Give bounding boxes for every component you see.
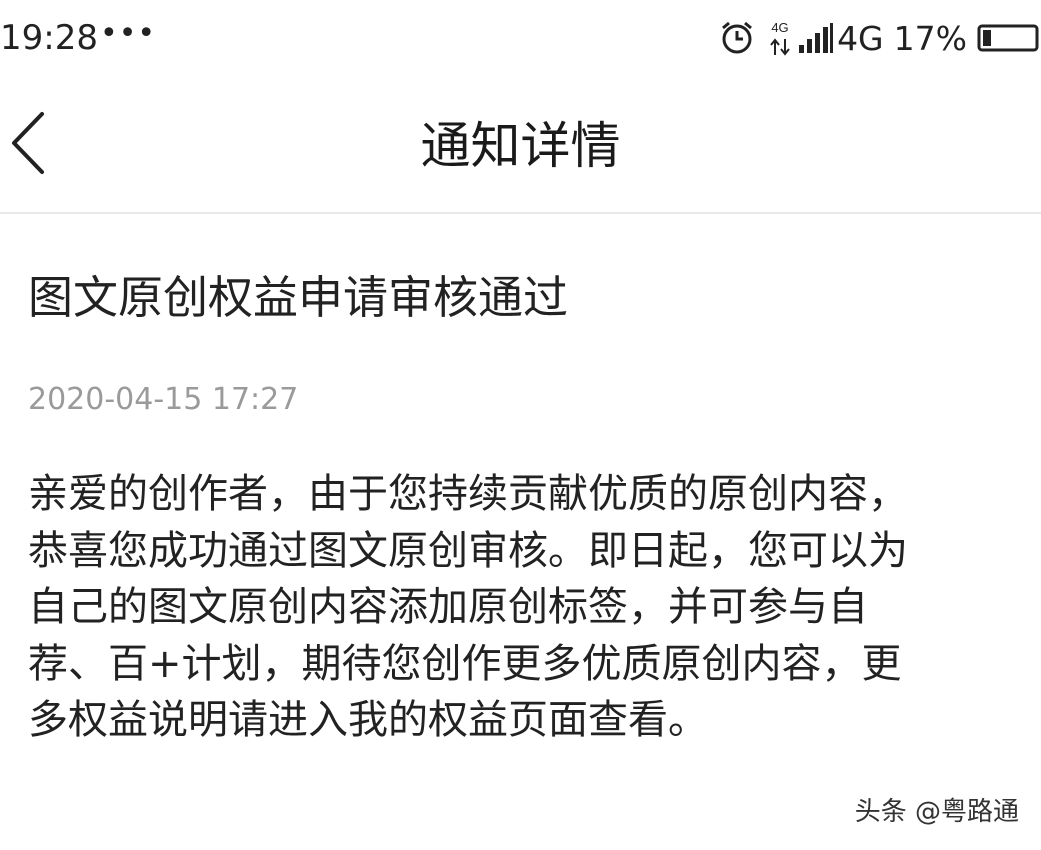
battery-icon [977,24,1039,52]
status-time: 19:28 [0,18,98,58]
notice-timestamp: 2020-04-15 17:27 [28,382,299,417]
source-watermark: 头条 @粤路通 [854,797,1019,827]
page-title: 通知详情 [420,117,621,175]
alarm-clock-icon [722,21,753,54]
notice-title: 图文原创权益申请审核通过 [28,271,569,324]
status-icons: 4G 4G 17% [719,14,1041,62]
signal-strength-icon [799,23,834,53]
network-type: 4G [837,18,884,58]
network-type-small: 4G [771,20,788,35]
notice-body-line: 多权益说明请进入我的权益页面查看。 [28,697,708,743]
notice-body: 亲爱的创作者，由于您持续贡献优质的原创内容， 恭喜您成功通过图文原创审核。即日起… [28,466,1018,749]
notice-body-line: 荐、百+计划，期待您创作更多优质原创内容，更 [28,640,902,687]
status-bar: 19:28 ••• 4G 4G 17% [0,0,1041,80]
notification-overflow-icon: ••• [100,16,157,51]
notice-body-line: 亲爱的创作者，由于您持续贡献优质的原创内容， [28,471,908,517]
notice-body-line: 恭喜您成功通过图文原创审核。即日起，您可以为 [28,527,908,574]
data-transfer-icon: 4G [770,20,790,56]
navigation-bar: 通知详情 [0,80,1041,214]
battery-percent: 17% [893,18,967,58]
notice-body-line: 自己的图文原创内容添加原创标签，并可参与自 [28,584,868,630]
